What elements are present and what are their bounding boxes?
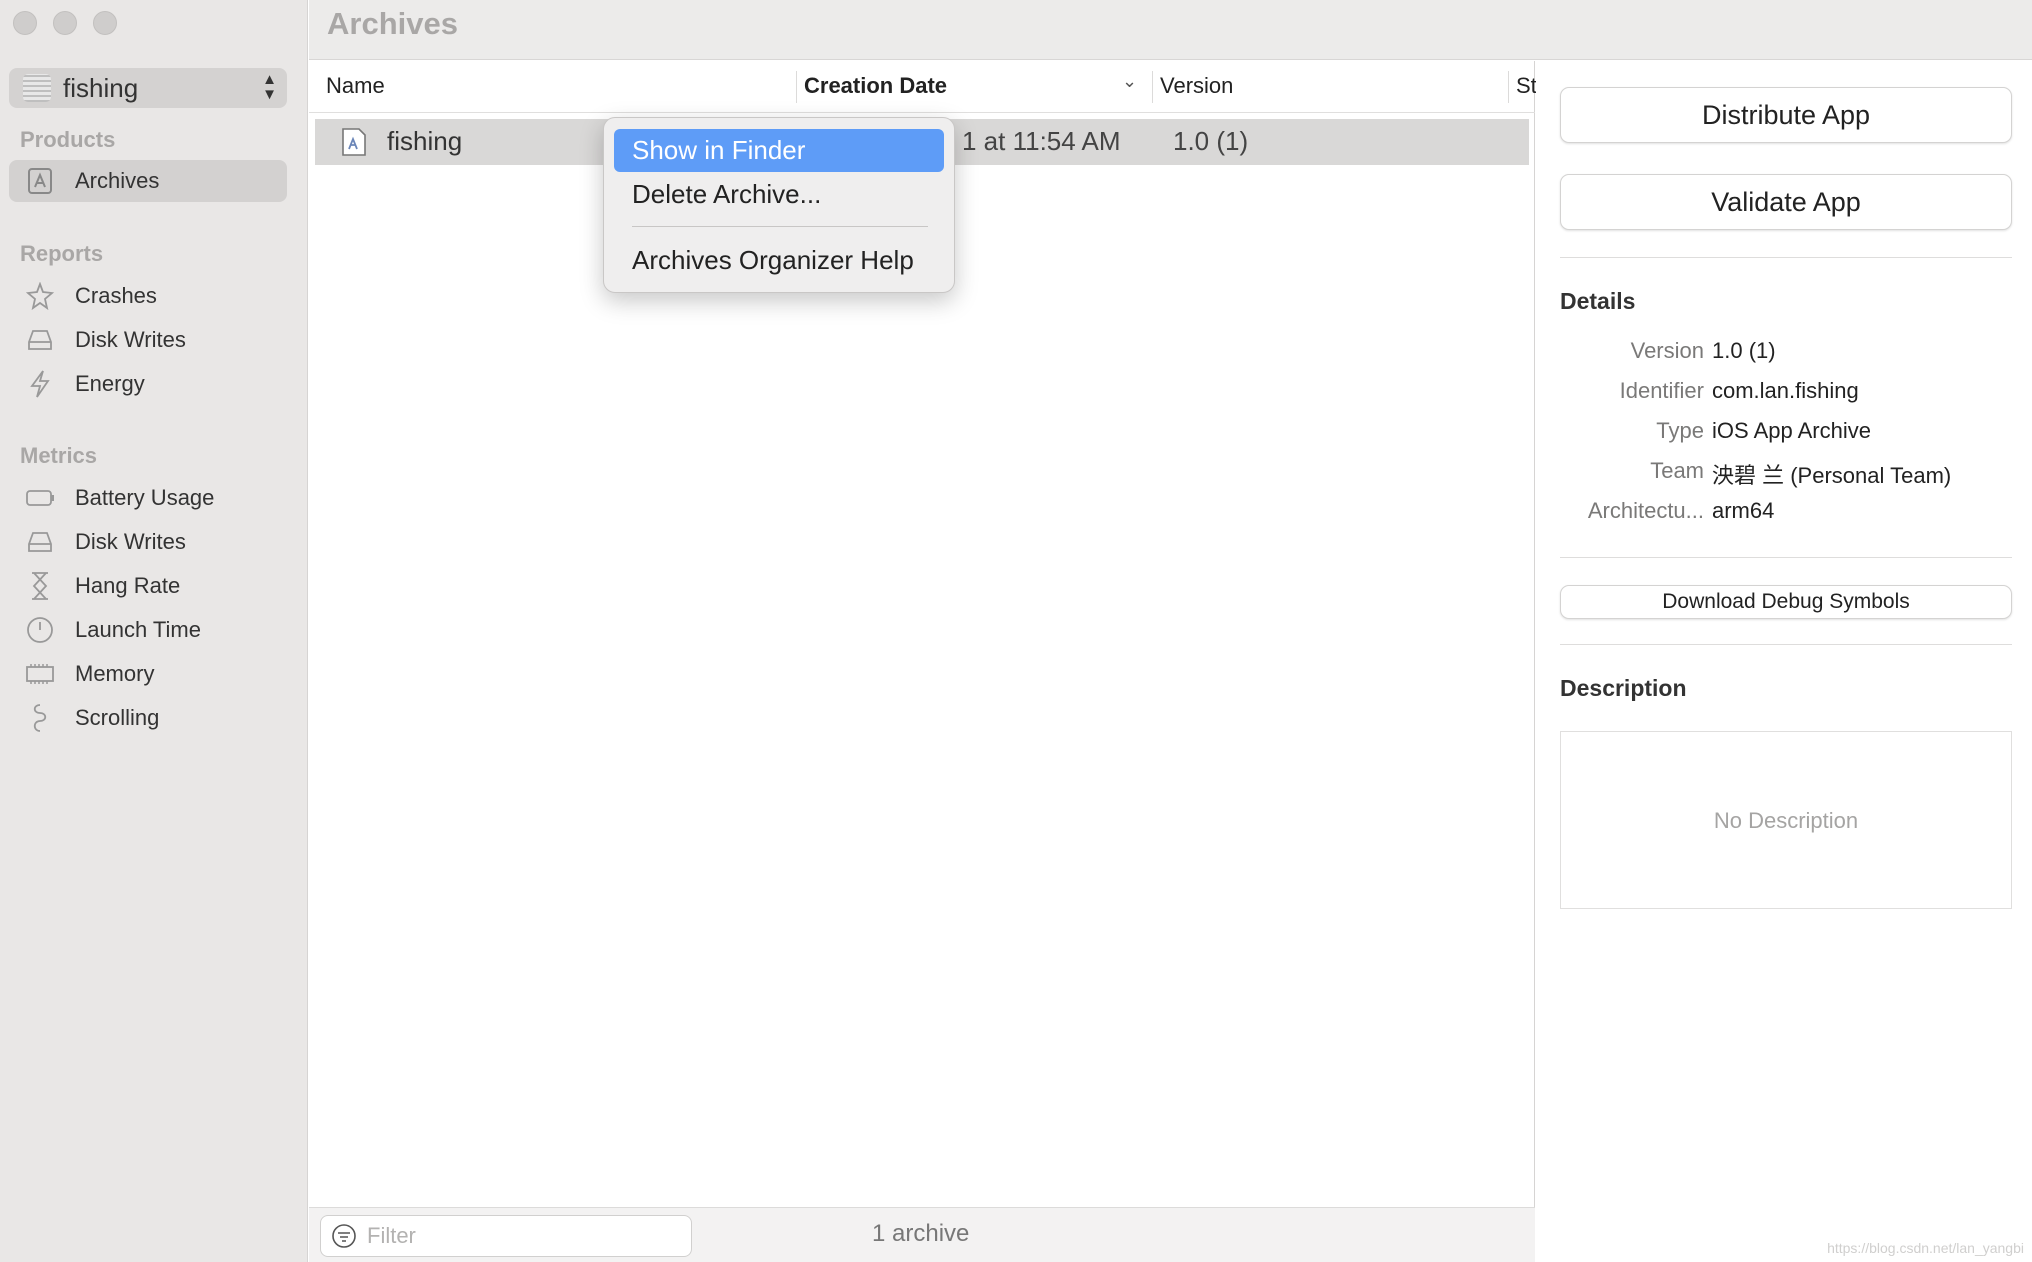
column-header-status[interactable]: St xyxy=(1516,73,1537,99)
detail-key: Architectu... xyxy=(1587,498,1704,523)
sidebar-item-disk-writes-report[interactable]: Disk Writes xyxy=(9,319,287,361)
scroll-icon xyxy=(25,703,55,733)
filter-field[interactable] xyxy=(320,1215,692,1257)
section-reports: Reports xyxy=(20,241,104,266)
detail-value: 泱碧 兰 (Personal Team) xyxy=(1712,463,1952,488)
detail-value: 1.0 (1) xyxy=(1712,338,1776,363)
divider xyxy=(1560,644,2012,645)
crash-icon xyxy=(25,281,55,311)
menu-item-delete-archive[interactable]: Delete Archive... xyxy=(614,173,944,216)
download-debug-symbols-button[interactable]: Download Debug Symbols xyxy=(1560,585,2012,619)
detail-key: Identifier xyxy=(1619,378,1704,403)
scheme-label: fishing xyxy=(63,72,139,103)
bottom-bar: 1 archive xyxy=(309,1207,1535,1262)
archive-file-icon xyxy=(341,127,367,162)
distribute-app-button[interactable]: Distribute App xyxy=(1560,87,2012,143)
sidebar: fishing ▲ ▼ Products Archives Reports Cra… xyxy=(0,0,308,1262)
close-window-button[interactable] xyxy=(13,11,37,35)
table-header: Name Creation Date ⌄ Version St xyxy=(309,61,1537,113)
archive-version: 1.0 (1) xyxy=(1173,126,1249,156)
chevron-updown-icon: ▲ ▼ xyxy=(262,71,277,103)
title-bar: Archives xyxy=(309,0,2032,60)
column-header-version[interactable]: Version xyxy=(1160,73,1233,99)
filter-icon xyxy=(332,1224,356,1248)
clock-icon xyxy=(25,615,55,645)
zoom-window-button[interactable] xyxy=(93,11,117,35)
chevron-down-icon: ⌄ xyxy=(1122,71,1138,91)
column-header-creation-date[interactable]: Creation Date xyxy=(804,73,947,99)
archive-icon xyxy=(25,166,55,196)
divider xyxy=(1560,257,2012,258)
filter-input[interactable] xyxy=(365,1222,665,1250)
scheme-selector[interactable]: fishing ▲ ▼ xyxy=(9,68,287,108)
column-separator[interactable] xyxy=(1508,71,1509,103)
disk-icon xyxy=(25,527,55,557)
sidebar-item-memory[interactable]: Memory xyxy=(9,653,287,695)
sidebar-item-label: Disk Writes xyxy=(75,327,186,352)
column-separator[interactable] xyxy=(796,71,797,103)
context-menu: Show in Finder Delete Archive... Archive… xyxy=(603,117,955,293)
menu-item-show-in-finder[interactable]: Show in Finder xyxy=(614,129,944,172)
sidebar-item-label: Archives xyxy=(75,168,160,193)
window-title: Archives xyxy=(327,6,458,41)
sidebar-item-battery-usage[interactable]: Battery Usage xyxy=(9,477,287,519)
minimize-window-button[interactable] xyxy=(53,11,77,35)
sidebar-item-hang-rate[interactable]: Hang Rate xyxy=(9,565,287,607)
sidebar-item-energy[interactable]: Energy xyxy=(9,363,287,405)
description-placeholder: No Description xyxy=(1713,808,1859,833)
archive-count: 1 archive xyxy=(872,1220,970,1247)
description-title: Description xyxy=(1560,675,1687,701)
sidebar-item-label: Memory xyxy=(75,661,155,686)
detail-key: Team xyxy=(1650,458,1704,483)
detail-value: com.lan.fishing xyxy=(1712,378,1859,403)
memory-icon xyxy=(25,659,55,689)
detail-key: Version xyxy=(1630,338,1704,363)
sidebar-item-crashes[interactable]: Crashes xyxy=(9,275,287,317)
sidebar-item-label: Battery Usage xyxy=(75,485,215,510)
archive-name: fishing xyxy=(387,126,463,156)
sidebar-item-archives[interactable]: Archives xyxy=(9,160,287,202)
menu-separator xyxy=(632,226,928,227)
divider xyxy=(1560,557,2012,558)
archive-date: 1 at 11:54 AM xyxy=(962,126,1121,156)
menu-item-organizer-help[interactable]: Archives Organizer Help xyxy=(614,239,944,282)
validate-app-button[interactable]: Validate App xyxy=(1560,174,2012,230)
watermark: https://blog.csdn.net/lan_yangbi xyxy=(1827,1240,2024,1256)
inspector-panel: Distribute App Validate App Details Vers… xyxy=(1536,61,2032,1262)
sidebar-item-label: Scrolling xyxy=(75,705,160,730)
sidebar-item-disk-writes-metric[interactable]: Disk Writes xyxy=(9,521,287,563)
section-products: Products xyxy=(20,127,116,152)
sidebar-item-label: Crashes xyxy=(75,283,157,308)
description-field[interactable]: No Description xyxy=(1560,731,2012,909)
sidebar-item-label: Launch Time xyxy=(75,617,201,642)
sidebar-item-label: Energy xyxy=(75,371,145,396)
detail-value: arm64 xyxy=(1712,498,1775,523)
sidebar-item-label: Hang Rate xyxy=(75,573,181,598)
sidebar-item-scrolling[interactable]: Scrolling xyxy=(9,697,287,739)
sidebar-item-launch-time[interactable]: Launch Time xyxy=(9,609,287,651)
hourglass-icon xyxy=(25,571,55,601)
sidebar-item-label: Disk Writes xyxy=(75,529,186,554)
detail-value: iOS App Archive xyxy=(1712,418,1871,443)
app-icon xyxy=(23,74,51,102)
details-title: Details xyxy=(1560,288,1636,314)
bolt-icon xyxy=(25,369,55,399)
column-header-name[interactable]: Name xyxy=(326,73,385,99)
detail-key: Type xyxy=(1656,418,1704,443)
section-metrics: Metrics xyxy=(20,443,98,468)
column-separator[interactable] xyxy=(1152,71,1153,103)
battery-icon xyxy=(25,483,55,513)
disk-icon xyxy=(25,325,55,355)
